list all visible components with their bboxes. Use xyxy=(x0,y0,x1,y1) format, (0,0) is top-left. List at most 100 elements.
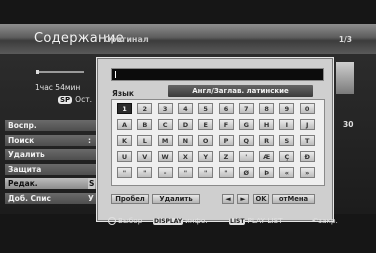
cursor-right-button[interactable]: ► xyxy=(237,194,249,204)
key[interactable]: Æ xyxy=(259,151,275,162)
menu-item-label: Доб. Спис xyxy=(8,193,51,203)
menu-item-label: Защита xyxy=(8,164,42,174)
menu-item-suffix: S xyxy=(88,178,96,189)
character-input-dialog: Язык Англ/Заглав. латинские 1234567890 AB… xyxy=(96,57,334,222)
progress-knob xyxy=(36,70,39,74)
language-label: Язык xyxy=(112,89,135,98)
key[interactable]: O xyxy=(198,135,214,146)
screen: Содержание Оригинал 1/3 1час 54мин SP Ост… xyxy=(0,0,376,253)
key[interactable]: A xyxy=(117,119,132,130)
key[interactable]: - xyxy=(157,167,173,178)
menu-item[interactable]: Защита xyxy=(5,163,97,175)
key[interactable]: K xyxy=(117,135,132,146)
delete-button[interactable]: Удалить xyxy=(152,194,200,204)
page-subtitle: Оригинал xyxy=(104,35,149,44)
key[interactable]: ' xyxy=(238,151,254,162)
key[interactable]: 4 xyxy=(177,103,193,114)
key[interactable]: 0 xyxy=(299,103,315,114)
footer-help: Выбор DISPLAY инфо. LIST PLAY LIST ↶закр. xyxy=(0,214,376,228)
key[interactable]: 9 xyxy=(279,103,295,114)
ok-button[interactable]: OK xyxy=(253,194,269,204)
page-number: 1/3 xyxy=(338,35,352,44)
menu-item[interactable]: Удалить xyxy=(5,149,97,160)
key[interactable]: Q xyxy=(238,135,254,146)
duration-text: 1час 54мин xyxy=(35,83,81,92)
key[interactable]: Ð xyxy=(299,151,315,162)
key[interactable]: 6 xyxy=(218,103,234,114)
menu-item[interactable]: Редак. S xyxy=(5,178,97,189)
list-tag: LIST xyxy=(229,218,246,225)
key[interactable]: F xyxy=(218,119,234,130)
key[interactable]: 5 xyxy=(198,103,214,114)
cancel-button[interactable]: отМена xyxy=(272,194,315,204)
menu-item[interactable]: Воспр. xyxy=(5,120,97,131)
menu-item[interactable]: Поиск: xyxy=(5,134,97,146)
key[interactable]: 2 xyxy=(137,103,153,114)
close-hint: ↶закр. xyxy=(312,216,338,225)
key[interactable]: C xyxy=(157,119,173,130)
key[interactable]: 3 xyxy=(157,103,173,114)
key[interactable]: V xyxy=(137,151,153,162)
key[interactable]: B xyxy=(137,119,153,130)
close-hint-label: закр. xyxy=(318,216,338,225)
key[interactable]: Ç xyxy=(279,151,295,162)
menu-item-label: Удалить xyxy=(8,150,45,159)
sp-badge: SP xyxy=(58,96,73,104)
key[interactable]: X xyxy=(177,151,193,162)
title-input[interactable] xyxy=(111,68,324,81)
key[interactable]: I xyxy=(279,119,295,130)
key[interactable]: " xyxy=(137,167,153,178)
key[interactable]: Þ xyxy=(259,167,275,178)
display-tag: DISPLAY xyxy=(153,218,184,225)
key[interactable]: S xyxy=(279,135,295,146)
key[interactable]: W xyxy=(157,151,173,162)
key[interactable]: Ø xyxy=(238,167,254,178)
key[interactable]: " xyxy=(198,167,214,178)
title-count: 30 xyxy=(343,120,354,129)
key[interactable]: 8 xyxy=(259,103,275,114)
key[interactable]: » xyxy=(299,167,315,178)
key[interactable]: N xyxy=(177,135,193,146)
language-selector[interactable]: Англ/Заглав. латинские xyxy=(168,85,313,97)
key[interactable]: E xyxy=(198,119,214,130)
text-cursor xyxy=(115,71,116,78)
info-hint: DISPLAY инфо. xyxy=(153,216,208,225)
menu-item-label: Воспр. xyxy=(8,121,37,130)
thumbnail xyxy=(336,62,354,94)
select-hint: Выбор xyxy=(108,216,142,225)
key[interactable]: M xyxy=(157,135,173,146)
character-keyboard: 1 2 3 4 5 6 7 8 9 0 A B C D E F G H I J K L M N O P Q R S T U V W X Y Z ' Æ Ç Ð… xyxy=(111,99,325,186)
key[interactable]: P xyxy=(218,135,234,146)
key[interactable]: Z xyxy=(218,151,234,162)
key[interactable]: G xyxy=(238,119,254,130)
remaining-text: Ост. xyxy=(75,95,92,104)
key[interactable]: " xyxy=(177,167,193,178)
info-hint-label: инфо. xyxy=(185,216,208,225)
key[interactable]: H xyxy=(259,119,275,130)
key[interactable]: L xyxy=(137,135,153,146)
mode-row: SP Ост. xyxy=(58,95,92,104)
key[interactable]: 7 xyxy=(238,103,254,114)
key[interactable]: " xyxy=(117,167,132,178)
select-hint-label: Выбор xyxy=(118,216,143,225)
playlist-hint: LIST PLAY LIST xyxy=(229,216,283,225)
key[interactable]: T xyxy=(299,135,315,146)
space-button[interactable]: Пробел xyxy=(111,194,149,204)
key[interactable]: D xyxy=(177,119,193,130)
menu-item-label: Поиск xyxy=(8,135,35,145)
header-bar: Содержание Оригинал 1/3 xyxy=(0,24,376,54)
menu-item-label: Редак. xyxy=(8,179,38,188)
menu-item-suffix: У xyxy=(88,193,94,203)
option-menu: Воспр. Поиск: Удалить Защита Редак. S Доб. Спи… xyxy=(5,120,97,207)
key[interactable]: R xyxy=(259,135,275,146)
key[interactable]: J xyxy=(299,119,315,130)
key[interactable]: " xyxy=(218,167,234,178)
enter-icon xyxy=(108,217,116,225)
key[interactable]: « xyxy=(279,167,295,178)
key[interactable]: Y xyxy=(198,151,214,162)
key[interactable]: 1 xyxy=(117,103,132,114)
key[interactable]: U xyxy=(117,151,132,162)
playlist-hint-label: PLAY LIST xyxy=(247,216,283,225)
menu-item[interactable]: Доб. Спис У xyxy=(5,192,97,204)
cursor-left-button[interactable]: ◄ xyxy=(222,194,234,204)
